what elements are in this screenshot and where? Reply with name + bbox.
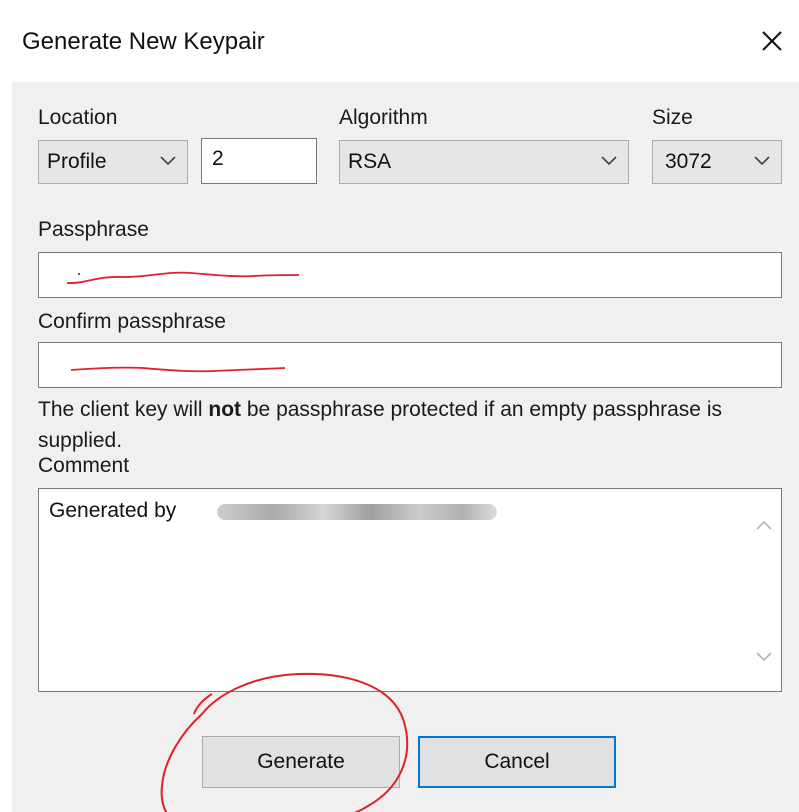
size-label: Size <box>652 106 693 129</box>
note-text-bold: not <box>208 398 242 421</box>
comment-textarea[interactable]: Generated by <box>38 488 782 692</box>
passphrase-input[interactable] <box>38 252 782 298</box>
title-bar[interactable]: Generate New Keypair <box>12 0 799 82</box>
chevron-down-icon <box>601 156 617 166</box>
close-icon <box>762 31 782 51</box>
redaction-scribble <box>66 271 300 284</box>
location-select[interactable]: Profile <box>38 140 188 184</box>
scroll-up-icon[interactable] <box>755 519 773 531</box>
algorithm-select[interactable]: RSA <box>339 140 629 184</box>
algorithm-label: Algorithm <box>339 106 428 129</box>
generate-button[interactable]: Generate <box>202 736 400 788</box>
note-text-before: The client key will <box>38 398 209 421</box>
dialog-body: Location Profile 2 Algorithm RSA Size 30… <box>12 82 799 812</box>
dialog-title: Generate New Keypair <box>22 28 265 55</box>
location-select-value: Profile <box>47 150 107 173</box>
redaction-scribble <box>70 366 286 373</box>
chevron-down-icon <box>754 156 770 166</box>
comment-label: Comment <box>38 454 130 477</box>
location-index-input[interactable]: 2 <box>201 138 317 184</box>
size-select-value: 3072 <box>665 150 712 173</box>
scroll-down-icon[interactable] <box>755 651 773 663</box>
location-index-value: 2 <box>212 147 224 170</box>
algorithm-select-value: RSA <box>348 150 392 173</box>
dialog-window: Generate New Keypair Location Profile 2 … <box>12 0 799 812</box>
confirm-passphrase-input[interactable] <box>38 342 782 388</box>
redacted-blur <box>217 504 497 520</box>
chevron-down-icon <box>160 156 176 166</box>
comment-value: Generated by <box>49 499 177 522</box>
empty-passphrase-note: The client key will not be passphrase pr… <box>38 394 778 456</box>
passphrase-label: Passphrase <box>38 218 149 241</box>
size-select[interactable]: 3072 <box>652 140 782 184</box>
confirm-passphrase-label: Confirm passphrase <box>38 310 226 333</box>
cancel-button[interactable]: Cancel <box>418 736 616 788</box>
comment-scrollbar[interactable] <box>747 489 781 691</box>
location-label: Location <box>38 106 118 129</box>
close-button[interactable] <box>750 18 794 64</box>
